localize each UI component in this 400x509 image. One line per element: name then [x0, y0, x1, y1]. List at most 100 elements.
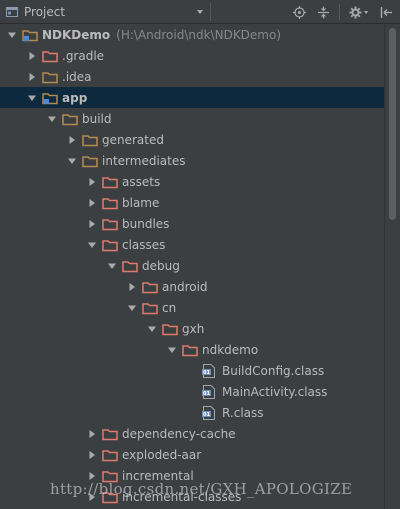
tree-item-label: generated — [102, 132, 164, 147]
tree-item-icon — [102, 175, 118, 189]
expand-toggle[interactable] — [86, 176, 98, 188]
chevron-right-icon — [69, 135, 75, 144]
expand-toggle[interactable] — [26, 50, 38, 62]
tree-row[interactable]: intermediates — [0, 150, 384, 171]
collapse-all-button[interactable] — [315, 4, 331, 20]
tree-item-label: gxh — [182, 321, 205, 336]
class-file-icon: 01 — [202, 384, 215, 399]
tree-row[interactable]: 01 R.class — [0, 402, 384, 423]
tree-item-label: app — [62, 90, 88, 105]
tree-row[interactable]: build — [0, 108, 384, 129]
svg-text:01: 01 — [203, 391, 210, 397]
tree-item-label: cn — [162, 300, 177, 315]
expand-toggle[interactable] — [66, 155, 78, 167]
tree-row[interactable]: generated — [0, 129, 384, 150]
tree-row[interactable]: dependency-cache — [0, 423, 384, 444]
tree-row[interactable]: blame — [0, 192, 384, 213]
folder-icon — [82, 155, 98, 167]
tree-row[interactable]: .idea — [0, 66, 384, 87]
tree-item-label: blame — [122, 195, 160, 210]
view-selector-label: Project — [24, 5, 66, 19]
toolbar-divider — [210, 3, 211, 21]
class-file-icon: 01 — [202, 405, 215, 420]
folder-icon — [42, 71, 58, 83]
expand-toggle[interactable] — [86, 449, 98, 461]
tree-row[interactable]: app — [0, 87, 384, 108]
expand-toggle[interactable] — [26, 71, 38, 83]
expand-toggle[interactable] — [86, 197, 98, 209]
tree-item-label: BuildConfig.class — [222, 363, 325, 378]
excluded-folder-icon — [162, 323, 178, 335]
tree-item-icon — [122, 259, 138, 273]
project-tree[interactable]: NDKDemo (H:\Android\ndk\NDKDemo) .gradle .i… — [0, 24, 384, 509]
tree-item-label: build — [82, 111, 112, 126]
expand-toggle[interactable] — [106, 260, 118, 272]
chevron-right-icon — [29, 72, 35, 81]
tree-item-label: MainActivity.class — [222, 384, 328, 399]
tree-item-icon — [102, 196, 118, 210]
tree-item-icon — [82, 133, 98, 147]
tree-row[interactable]: debug — [0, 255, 384, 276]
svg-text:01: 01 — [203, 370, 210, 376]
tree-row[interactable]: incremental — [0, 465, 384, 486]
tree-row[interactable]: 01 MainActivity.class — [0, 381, 384, 402]
tree-item-icon — [102, 217, 118, 231]
tree-row[interactable]: cn — [0, 297, 384, 318]
scrollbar-thumb[interactable] — [389, 28, 396, 220]
expand-toggle[interactable] — [146, 323, 158, 335]
view-selector-dropdown[interactable]: Project — [6, 2, 206, 22]
tree-item-icon — [42, 91, 58, 105]
tree-row[interactable]: android — [0, 276, 384, 297]
tree-row[interactable]: assets — [0, 171, 384, 192]
expand-toggle[interactable] — [166, 344, 178, 356]
expand-toggle[interactable] — [26, 92, 38, 104]
chevron-down-icon — [108, 263, 116, 269]
vertical-scrollbar[interactable] — [384, 24, 400, 509]
tree-row[interactable]: ndkdemo — [0, 339, 384, 360]
expand-toggle[interactable] — [86, 218, 98, 230]
toolbar-actions — [283, 2, 394, 22]
tree-row[interactable]: gxh — [0, 318, 384, 339]
folder-icon — [62, 113, 78, 125]
folder-icon — [82, 134, 98, 146]
excluded-folder-icon — [102, 449, 118, 461]
tree-row[interactable]: NDKDemo (H:\Android\ndk\NDKDemo) — [0, 24, 384, 45]
tree-row[interactable]: incremental-classes — [0, 486, 384, 507]
tree-item-label: android — [162, 279, 208, 294]
tree-item-icon — [42, 70, 58, 84]
project-tool-window: Project NDKDemo (H:\Android\ndk\NDKDemo)… — [0, 0, 400, 509]
expand-toggle[interactable] — [46, 113, 58, 125]
expand-toggle[interactable] — [66, 134, 78, 146]
expand-toggle[interactable] — [86, 428, 98, 440]
tree-row[interactable]: bundles — [0, 213, 384, 234]
tree-item-icon — [62, 112, 78, 126]
tree-item-label: intermediates — [102, 153, 186, 168]
tree-row[interactable]: .gradle — [0, 45, 384, 66]
scroll-from-source-button[interactable] — [291, 4, 307, 20]
settings-button[interactable] — [348, 4, 370, 20]
project-toolbar: Project — [0, 0, 400, 24]
tree-row[interactable]: classes — [0, 234, 384, 255]
chevron-right-icon — [89, 177, 95, 186]
hide-panel-button[interactable] — [378, 4, 394, 20]
tree-item-label: dependency-cache — [122, 426, 236, 441]
expand-toggle[interactable] — [86, 491, 98, 503]
expand-toggle[interactable] — [6, 29, 18, 41]
expand-toggle[interactable] — [86, 239, 98, 251]
locate-target-icon — [292, 5, 306, 19]
settings-gear-icon — [349, 6, 368, 18]
tree-item-label: incremental — [122, 468, 194, 483]
expand-toggle[interactable] — [86, 470, 98, 482]
chevron-down-icon — [197, 10, 203, 14]
excluded-folder-icon — [102, 176, 118, 188]
tree-row[interactable]: 01 BuildConfig.class — [0, 360, 384, 381]
chevron-right-icon — [89, 219, 95, 228]
expand-toggle[interactable] — [126, 281, 138, 293]
tree-row[interactable]: exploded-aar — [0, 444, 384, 465]
tree-item-label: bundles — [122, 216, 170, 231]
excluded-folder-icon — [42, 50, 58, 62]
tree-item-icon: 01 — [202, 363, 218, 378]
expand-toggle[interactable] — [126, 302, 138, 314]
tree-item-label: assets — [122, 174, 161, 189]
tree-item-icon — [102, 427, 118, 441]
